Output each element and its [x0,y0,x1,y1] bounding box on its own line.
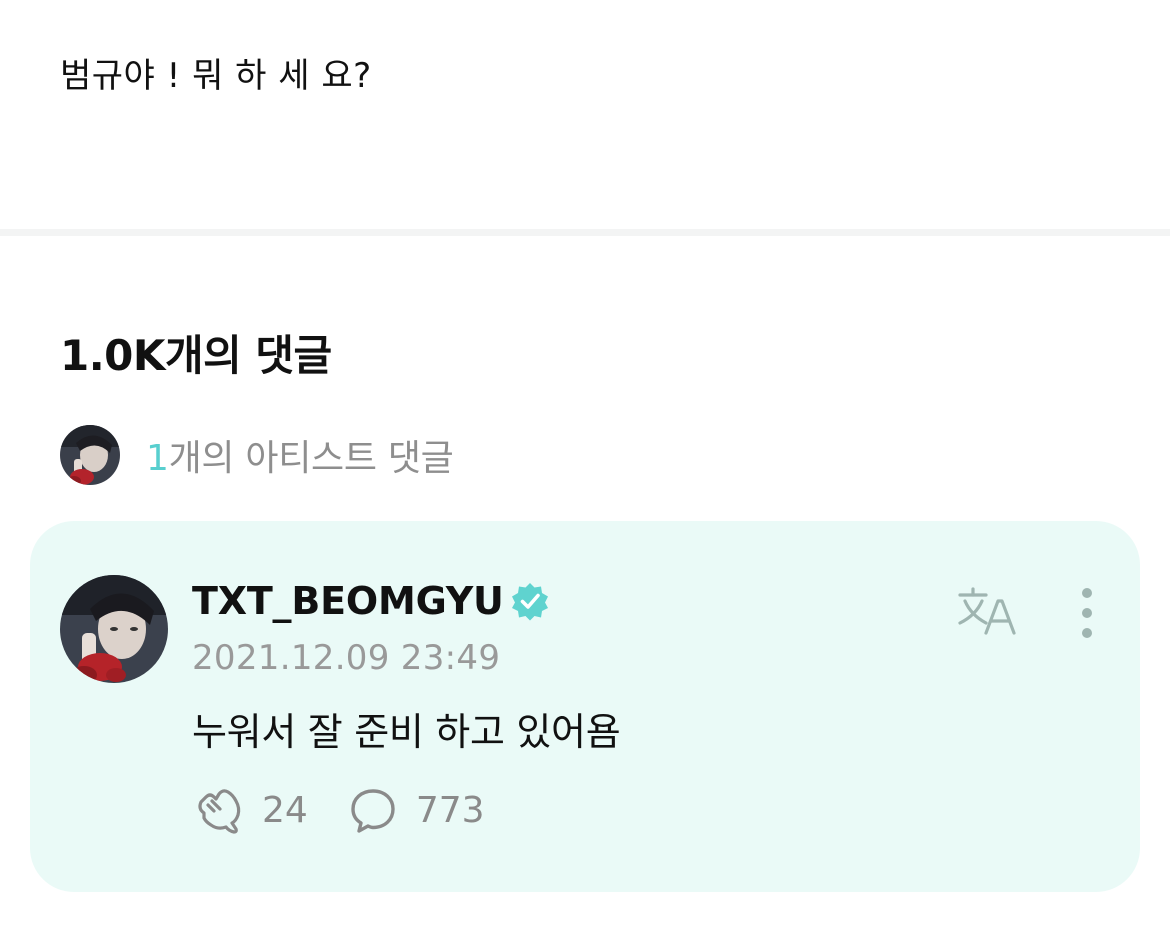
reply-count: 773 [415,789,485,831]
artist-comment-card: TXT_BEOMGYU 2021.12.09 23:49 누워서 잘 준비 하고… [30,521,1140,892]
author-avatar[interactable] [60,575,168,683]
comment-body: 누워서 잘 준비 하고 있어욤 [192,710,621,754]
reply-button[interactable]: 773 [346,783,485,837]
translate-icon[interactable] [956,585,1018,637]
cheer-count: 24 [262,789,308,831]
artist-comment-summary: 1개의 아티스트 댓글 [146,429,454,481]
author-row: TXT_BEOMGYU [192,579,550,623]
verified-badge-icon [511,583,548,621]
more-vertical-icon[interactable] [1074,585,1100,641]
comment-actions: 24 773 [192,783,523,837]
author-name[interactable]: TXT_BEOMGYU [192,579,504,623]
comment-timestamp: 2021.12.09 23:49 [192,638,501,678]
artist-avatar-small [60,425,120,485]
cheer-button[interactable]: 24 [192,783,308,837]
cheer-icon [198,789,241,834]
section-divider [0,229,1170,236]
artist-comment-label: 개의 아티스트 댓글 [168,438,454,479]
comments-heading: 1.0K개의 댓글 [60,331,332,380]
post-text: 범규야 ! 뭐 하 세 요? [60,56,372,96]
artist-comments-filter[interactable]: 1개의 아티스트 댓글 [60,424,454,486]
artist-comment-count: 1 [146,438,169,479]
reply-bubble-icon [351,789,395,833]
